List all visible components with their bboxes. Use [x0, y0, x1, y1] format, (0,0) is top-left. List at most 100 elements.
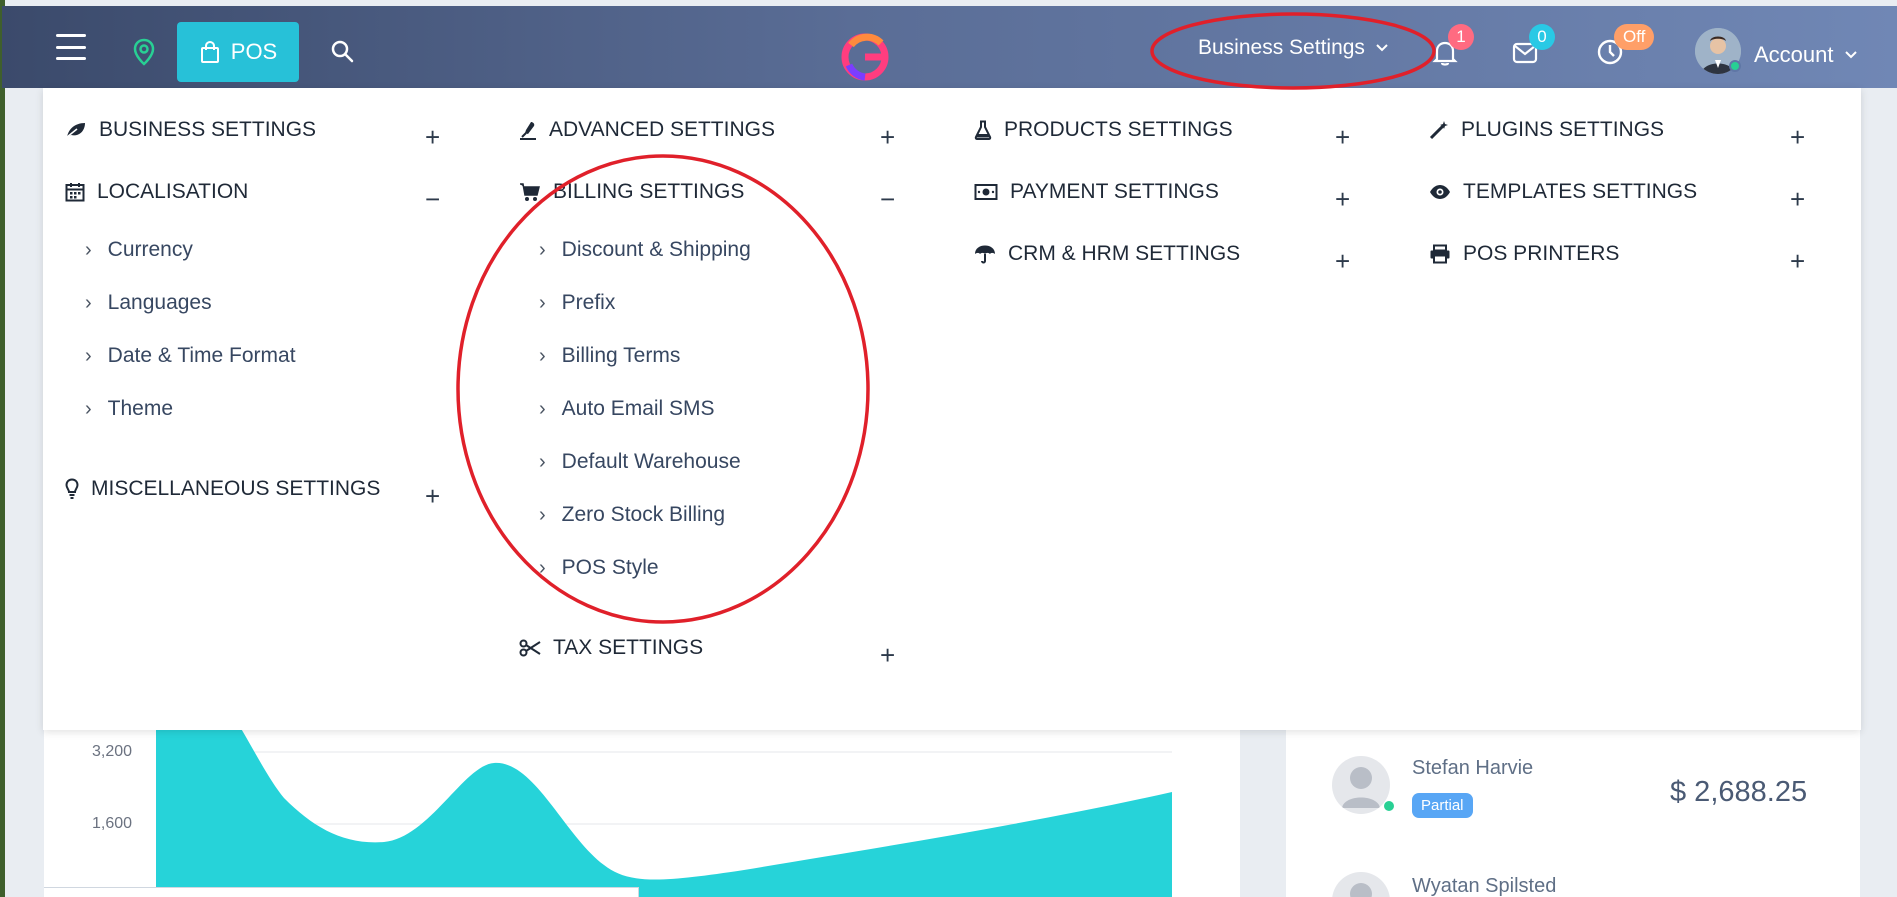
expand-payment-settings[interactable]: +	[1335, 186, 1350, 212]
leaf-icon	[66, 123, 85, 138]
menu-templates-settings[interactable]: TEMPLATES SETTINGS	[1429, 180, 1697, 204]
expand-business-settings[interactable]: +	[425, 124, 440, 150]
magic-wand-icon	[1429, 121, 1448, 140]
menu-plugins-settings[interactable]: PLUGINS SETTINGS	[1429, 118, 1664, 142]
menu-crm-hrm-settings[interactable]: CRM & HRM SETTINGS	[974, 242, 1240, 266]
submenu-pos-style[interactable]: › POS Style	[539, 556, 659, 580]
billing-settings-text: BILLING SETTINGS	[553, 180, 745, 203]
customer-name[interactable]: Stefan Harvie	[1412, 757, 1533, 780]
discount-shipping-text: Discount & Shipping	[561, 238, 751, 261]
pos-button[interactable]: POS	[177, 22, 299, 82]
y-tick-high: 3,200	[92, 743, 133, 760]
shopping-cart-icon	[520, 183, 540, 201]
account-dropdown[interactable]: Account	[1754, 42, 1858, 68]
business-settings-text: BUSINESS SETTINGS	[99, 118, 317, 141]
expand-crm-hrm-settings[interactable]: +	[1335, 248, 1350, 274]
flask-icon	[974, 120, 992, 140]
pos-style-text: POS Style	[561, 556, 659, 579]
menu-pos-printers[interactable]: POS PRINTERS	[1429, 242, 1619, 266]
billing-terms-text: Billing Terms	[561, 344, 681, 367]
zero-stock-billing-text: Zero Stock Billing	[561, 503, 726, 526]
customer-amount: $ 2,688.25	[1670, 776, 1808, 808]
prefix-text: Prefix	[561, 291, 616, 314]
menu-advanced-settings[interactable]: ADVANCED SETTINGS	[519, 118, 775, 142]
search-icon[interactable]	[328, 37, 356, 65]
expand-templates-settings[interactable]: +	[1790, 186, 1805, 212]
printer-icon	[1430, 244, 1450, 264]
business-settings-dropdown[interactable]: Business Settings	[1198, 36, 1389, 60]
notification-count-badge: 1	[1448, 24, 1474, 50]
chevron-right-icon: ›	[85, 344, 92, 367]
templates-settings-text: TEMPLATES SETTINGS	[1463, 180, 1698, 203]
chevron-right-icon: ›	[539, 556, 546, 579]
expand-miscellaneous-settings[interactable]: +	[425, 483, 440, 509]
expand-products-settings[interactable]: +	[1335, 124, 1350, 150]
expand-advanced-settings[interactable]: +	[880, 124, 895, 150]
chevron-right-icon: ›	[539, 344, 546, 367]
submenu-date-time-format[interactable]: › Date & Time Format	[85, 344, 296, 368]
chevron-right-icon: ›	[85, 397, 92, 420]
submenu-prefix[interactable]: › Prefix	[539, 291, 615, 315]
chevron-right-icon: ›	[539, 238, 546, 261]
top-navbar: POS Business Settings 1 0 Off Account	[2, 6, 1897, 88]
menu-products-settings[interactable]: PRODUCTS SETTINGS	[974, 118, 1233, 142]
submenu-theme[interactable]: › Theme	[85, 397, 173, 421]
calendar-icon	[65, 183, 85, 202]
auto-email-sms-text: Auto Email SMS	[561, 397, 715, 420]
menu-business-settings[interactable]: BUSINESS SETTINGS	[65, 118, 316, 142]
menu-icon[interactable]	[54, 34, 88, 60]
collapse-billing-settings[interactable]: −	[880, 186, 895, 212]
chevron-right-icon: ›	[539, 291, 546, 314]
customer-name[interactable]: Wyatan Spilsted	[1412, 875, 1556, 897]
settings-mega-menu: BUSINESS SETTINGS + LOCALISATION − › Cur…	[43, 88, 1861, 730]
shopping-bag-icon	[200, 40, 219, 63]
chevron-right-icon: ›	[539, 397, 546, 420]
clock-status-badge: Off	[1614, 24, 1655, 50]
eye-icon	[1430, 185, 1450, 199]
chevron-right-icon: ›	[539, 503, 546, 526]
eyedropper-icon	[520, 122, 536, 140]
expand-pos-printers[interactable]: +	[1790, 248, 1805, 274]
expand-tax-settings[interactable]: +	[880, 642, 895, 668]
menu-miscellaneous-settings[interactable]: MISCELLANEOUS SETTINGS	[65, 477, 380, 501]
account-label: Account	[1754, 42, 1834, 67]
window-edge	[0, 0, 5, 897]
lightbulb-icon	[65, 478, 79, 499]
theme-text: Theme	[107, 397, 174, 420]
plugins-settings-text: PLUGINS SETTINGS	[1461, 118, 1665, 141]
expand-plugins-settings[interactable]: +	[1790, 124, 1805, 150]
location-icon[interactable]	[130, 37, 158, 67]
app-logo[interactable]	[840, 32, 890, 82]
date-time-format-text: Date & Time Format	[107, 344, 296, 367]
submenu-zero-stock-billing[interactable]: › Zero Stock Billing	[539, 503, 725, 527]
chevron-right-icon: ›	[85, 291, 92, 314]
submenu-default-warehouse[interactable]: › Default Warehouse	[539, 450, 741, 474]
sales-area-chart	[156, 720, 1172, 897]
business-settings-label: Business Settings	[1198, 36, 1365, 59]
currency-text: Currency	[107, 238, 193, 261]
online-status-dot	[1729, 60, 1741, 72]
y-tick-mid: 1,600	[92, 815, 133, 832]
menu-tax-settings[interactable]: TAX SETTINGS	[519, 636, 703, 660]
languages-text: Languages	[107, 291, 212, 314]
submenu-billing-terms[interactable]: › Billing Terms	[539, 344, 680, 368]
umbrella-icon	[975, 245, 995, 264]
submenu-currency[interactable]: › Currency	[85, 238, 193, 262]
scissors-icon	[519, 639, 541, 657]
menu-payment-settings[interactable]: PAYMENT SETTINGS	[974, 180, 1219, 204]
status-tooltip	[44, 887, 639, 897]
collapse-localisation[interactable]: −	[425, 186, 440, 212]
chevron-down-icon	[1376, 44, 1388, 52]
customer-online-dot	[1384, 801, 1394, 811]
submenu-languages[interactable]: › Languages	[85, 291, 212, 315]
chevron-right-icon: ›	[539, 450, 546, 473]
recent-customers-card	[1286, 730, 1860, 897]
chevron-down-icon	[1844, 51, 1857, 59]
pos-printers-text: POS PRINTERS	[1463, 242, 1620, 265]
submenu-auto-email-sms[interactable]: › Auto Email SMS	[539, 397, 715, 421]
chevron-right-icon: ›	[85, 238, 92, 261]
submenu-discount-shipping[interactable]: › Discount & Shipping	[539, 238, 751, 262]
menu-billing-settings[interactable]: BILLING SETTINGS	[519, 180, 744, 204]
menu-localisation[interactable]: LOCALISATION	[65, 180, 248, 204]
pos-label: POS	[230, 39, 278, 64]
